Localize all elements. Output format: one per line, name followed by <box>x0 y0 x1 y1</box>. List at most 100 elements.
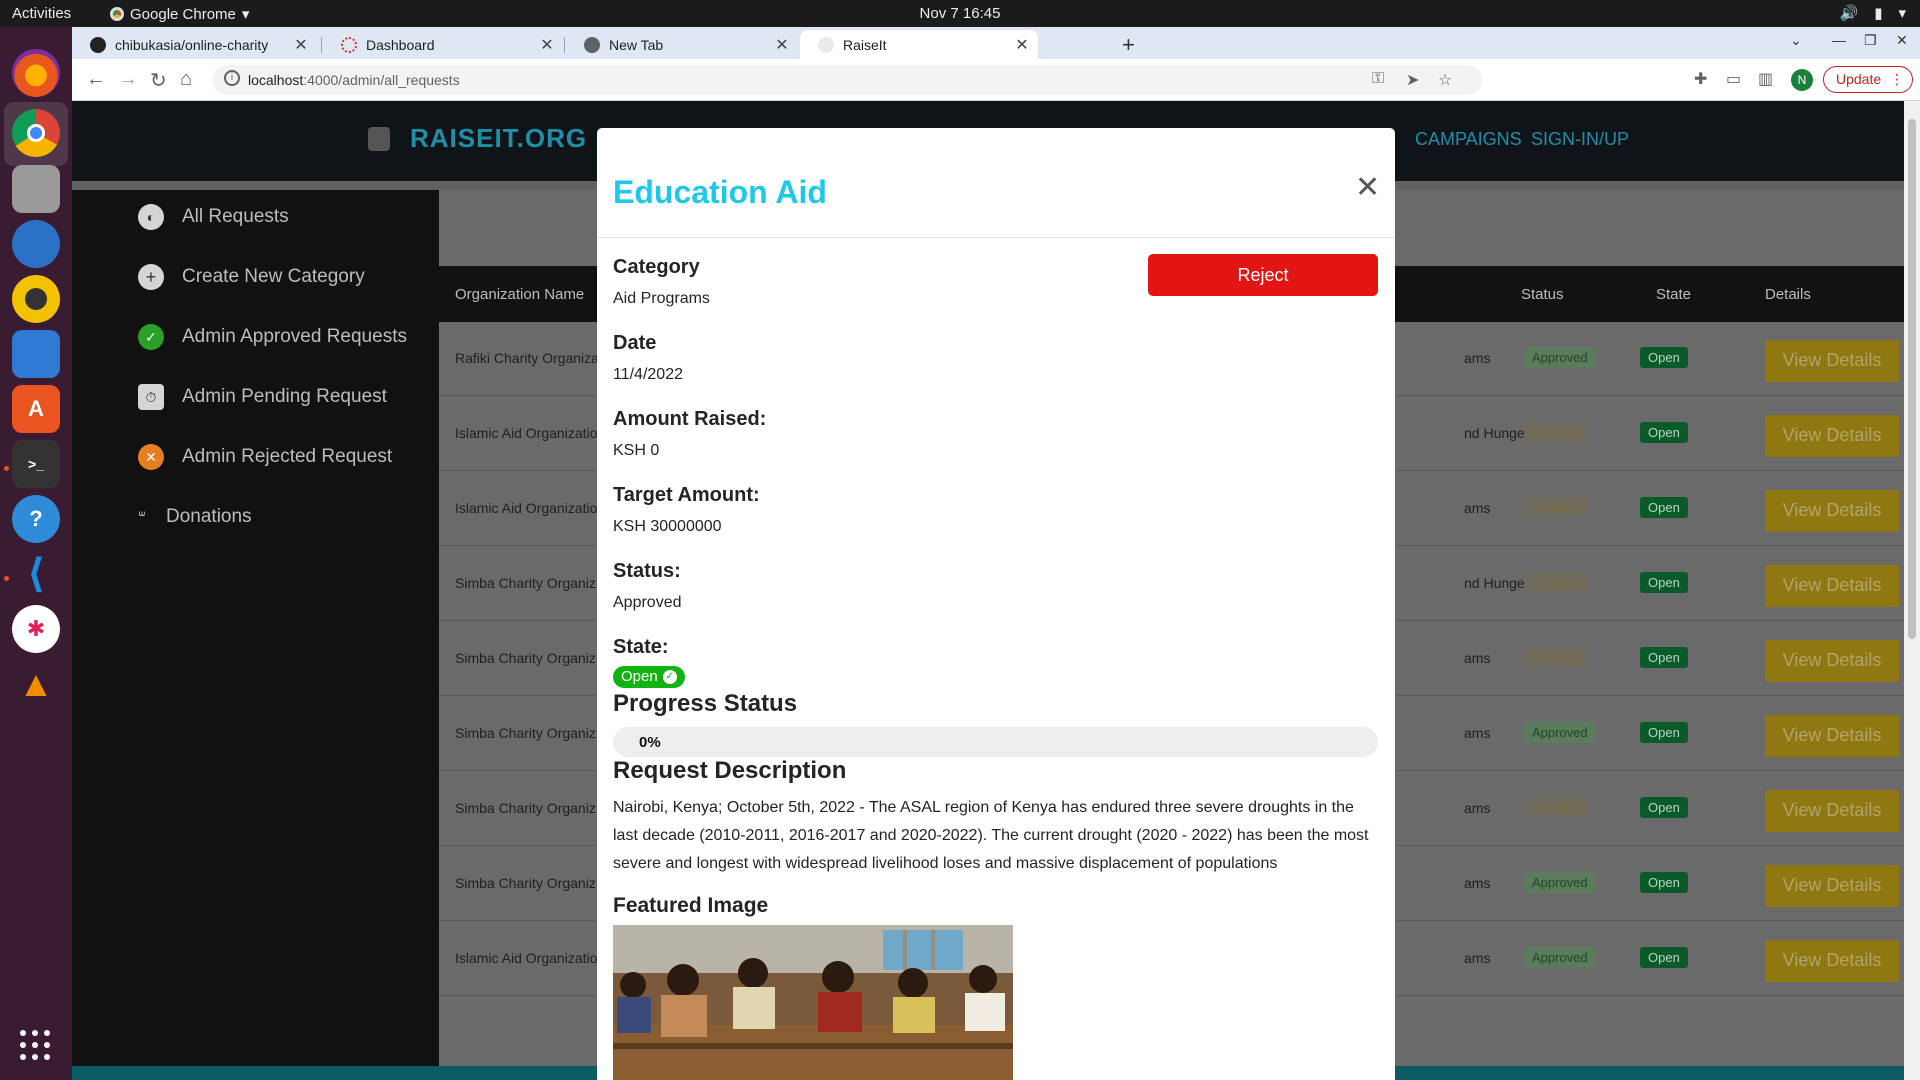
profile-avatar[interactable]: N <box>1791 69 1813 91</box>
site-logo[interactable]: RAISEIT.ORG <box>410 123 587 154</box>
back-icon[interactable]: ← <box>86 68 106 91</box>
tab-search-icon[interactable]: ⌄ <box>1790 32 1802 49</box>
home-icon[interactable]: ⌂ <box>180 68 192 91</box>
view-details-button[interactable]: View Details <box>1765 790 1899 832</box>
key-icon[interactable]: ⚿ <box>1372 70 1384 88</box>
amount-raised-value: KSH 0 <box>613 442 660 459</box>
extensions-icon[interactable]: ✚ <box>1694 69 1707 89</box>
column-header-status: Status <box>1521 286 1564 303</box>
close-tab-icon[interactable]: ✕ <box>291 35 311 55</box>
tab-new-tab[interactable]: New Tab ✕ <box>566 30 798 59</box>
view-details-button[interactable]: View Details <box>1765 490 1899 532</box>
tab-raiseit[interactable]: RaiseIt ✕ <box>800 30 1038 59</box>
admin-sidebar: ◐ All Requests + Create New Category ✓ A… <box>72 190 439 1080</box>
category-value: Aid Programs <box>613 290 710 307</box>
show-apps-icon[interactable] <box>20 1030 50 1060</box>
rhythmbox-icon[interactable] <box>12 275 60 323</box>
address-bar[interactable]: i localhost:4000/admin/all_requests ⚿ ➤ … <box>212 65 1482 95</box>
close-window-icon[interactable]: ✕ <box>1896 32 1908 49</box>
slack-icon[interactable]: ✱ <box>12 605 60 653</box>
tab-github[interactable]: chibukasia/online-charity ✕ <box>72 30 317 59</box>
view-details-button[interactable]: View Details <box>1765 415 1899 457</box>
tab-title: chibukasia/online-charity <box>115 36 269 53</box>
system-tray[interactable]: 🔊 ▮ ▾ <box>1840 4 1906 22</box>
nav-link-sign-in[interactable]: SIGN-IN/UP <box>1531 129 1629 150</box>
help-icon[interactable]: ? <box>12 495 60 543</box>
logo-icon <box>368 127 390 151</box>
close-icon[interactable]: ✕ <box>1355 170 1380 205</box>
status-badge: Approved <box>1524 722 1596 743</box>
org-name-cell: Simba Charity Organiz <box>455 575 596 591</box>
view-details-button[interactable]: View Details <box>1765 565 1899 607</box>
globe-icon: ◐ <box>138 204 164 230</box>
sidebar-item-create-category[interactable]: + Create New Category <box>138 264 365 290</box>
app-menu[interactable]: Google Chrome ▾ <box>110 5 249 23</box>
view-details-button[interactable]: View Details <box>1765 340 1899 382</box>
cast-icon[interactable]: ▭ <box>1726 69 1741 89</box>
clock[interactable]: Nov 7 16:45 <box>920 5 1001 22</box>
sidebar-item-rejected[interactable]: ✕ Admin Rejected Request <box>138 444 392 470</box>
update-button[interactable]: Update ⋮ <box>1823 66 1913 93</box>
activities-button[interactable]: Activities <box>12 5 71 22</box>
status-badge: Pending <box>1524 572 1588 593</box>
clipboard-clock-icon: ⏱ <box>138 384 164 410</box>
restore-icon[interactable]: ❐ <box>1864 32 1877 49</box>
status-label: Status: <box>613 560 681 582</box>
reload-icon[interactable]: ↻ <box>150 68 167 93</box>
view-details-button[interactable]: View Details <box>1765 940 1899 982</box>
chrome-icon[interactable] <box>12 109 60 157</box>
modal-title: Education Aid <box>613 174 827 210</box>
minimize-icon[interactable]: — <box>1832 32 1846 48</box>
bookmark-star-icon[interactable]: ☆ <box>1438 70 1452 90</box>
status-badge: Pending <box>1524 647 1588 668</box>
view-details-button[interactable]: View Details <box>1765 865 1899 907</box>
status-badge: Approved <box>1524 947 1596 968</box>
power-menu-icon[interactable]: ▾ <box>1898 4 1906 22</box>
column-header-org: Organization Name <box>455 286 585 303</box>
close-tab-icon[interactable]: ✕ <box>772 35 792 55</box>
sidebar-item-pending[interactable]: ⏱ Admin Pending Request <box>138 384 387 410</box>
vscode-icon[interactable]: ⟨ <box>12 550 60 598</box>
volume-icon[interactable]: 🔊 <box>1840 4 1859 22</box>
tab-title: RaiseIt <box>843 36 887 53</box>
category-cell: ams <box>1464 875 1491 891</box>
page-scrollbar[interactable] <box>1904 101 1920 1080</box>
sidebar-item-donations[interactable]: ᐜ Donations <box>132 504 252 530</box>
url-text[interactable]: localhost:4000/admin/all_requests <box>248 72 460 88</box>
view-details-button[interactable]: View Details <box>1765 640 1899 682</box>
nav-link-campaigns[interactable]: CAMPAIGNS <box>1415 129 1522 150</box>
forward-icon[interactable]: → <box>118 68 138 91</box>
state-badge-text: Open <box>621 668 658 685</box>
writer-icon[interactable] <box>12 330 60 378</box>
close-tab-icon[interactable]: ✕ <box>1012 35 1032 55</box>
firefox-icon[interactable] <box>12 49 60 97</box>
sidebar-item-label: Admin Rejected Request <box>182 446 393 467</box>
sidebar-item-approved[interactable]: ✓ Admin Approved Requests <box>138 324 407 350</box>
software-center-icon[interactable]: A <box>12 385 60 433</box>
state-badge: Open <box>1640 647 1688 668</box>
sidebar-item-all-requests[interactable]: ◐ All Requests <box>138 204 289 230</box>
site-info-icon[interactable]: i <box>224 70 240 86</box>
category-cell: ams <box>1464 350 1491 366</box>
tab-dashboard[interactable]: Dashboard ✕ <box>323 30 563 59</box>
reject-button[interactable]: Reject <box>1148 254 1378 296</box>
close-tab-icon[interactable]: ✕ <box>537 35 557 55</box>
scrollbar-thumb[interactable] <box>1908 119 1916 639</box>
files-icon[interactable] <box>12 165 60 213</box>
send-icon[interactable]: ➤ <box>1406 70 1419 90</box>
new-tab-button[interactable]: + <box>1122 32 1135 58</box>
view-details-button[interactable]: View Details <box>1765 715 1899 757</box>
side-panel-icon[interactable]: ▥ <box>1758 69 1773 89</box>
thunderbird-icon[interactable] <box>12 220 60 268</box>
date-value: 11/4/2022 <box>613 366 683 383</box>
github-icon <box>90 36 106 53</box>
modal-header: Education Aid ✕ <box>597 128 1395 238</box>
terminal-icon[interactable]: >_ <box>12 440 60 488</box>
state-label: State: <box>613 636 669 658</box>
vlc-icon[interactable]: ▲ <box>12 660 60 708</box>
state-badge: Open <box>1640 572 1688 593</box>
tab-separator <box>321 37 322 53</box>
check-badge-icon: ✓ <box>138 324 164 350</box>
battery-icon[interactable]: ▮ <box>1874 4 1882 22</box>
chrome-icon <box>110 7 124 21</box>
